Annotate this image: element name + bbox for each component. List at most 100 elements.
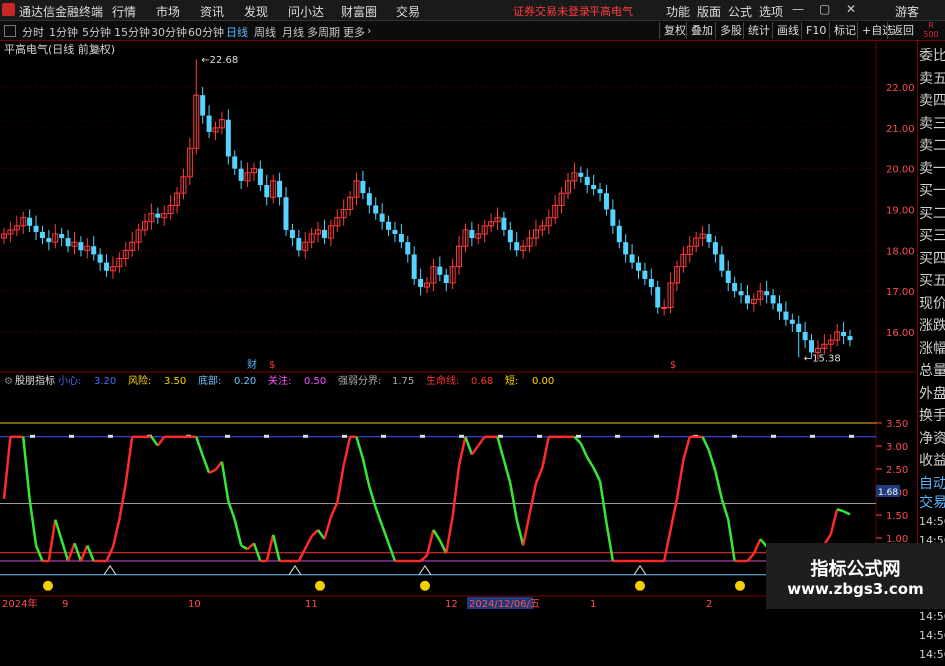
tool-mark[interactable]: 标记	[829, 22, 860, 39]
indicator-dash-mark	[771, 434, 776, 438]
menu-layout[interactable]: 版面	[697, 3, 721, 20]
candle-body-down	[373, 205, 379, 214]
period-30min[interactable]: 30分钟	[151, 24, 187, 40]
candle-body-down	[155, 213, 161, 218]
indicator-segment	[605, 522, 615, 562]
indicator-segment	[592, 467, 602, 482]
indicator-segment	[521, 514, 531, 546]
indicator-param-value: 1.75	[392, 376, 414, 387]
period-5min[interactable]: 5分钟	[82, 24, 111, 40]
indicator-segment	[714, 471, 724, 500]
quote-field-label: 收益	[919, 453, 945, 469]
broker-status[interactable]: 证券交易未登录	[513, 3, 590, 19]
indicator-y-ticks: 3.503.002.502.001.501.00	[886, 419, 908, 545]
period-1min[interactable]: 1分钟	[49, 24, 78, 40]
tool-draw[interactable]: 画线	[772, 22, 803, 39]
tool-stats[interactable]: 统计	[743, 22, 774, 39]
quote-field-label: 卖三	[919, 115, 945, 132]
quote-field-label: 涨跌	[919, 318, 945, 334]
tool-multi-stock[interactable]: 多股	[715, 22, 746, 39]
candle-body-down	[783, 311, 789, 320]
menu-trade[interactable]: 交易	[396, 3, 420, 20]
indicator-segment	[28, 498, 38, 546]
candle-body-down	[277, 180, 283, 198]
indicator-settings-icon[interactable]: ⚙	[4, 376, 13, 387]
indicator-dash-mark	[108, 434, 113, 438]
close-icon[interactable]: ✕	[846, 2, 856, 16]
period-daily[interactable]: 日线	[226, 24, 248, 40]
event-dividend-label-2[interactable]: $	[670, 360, 676, 371]
menu-options[interactable]: 选项	[759, 3, 783, 20]
indicator-segment	[317, 529, 326, 540]
period-intraday[interactable]: 分时	[22, 24, 44, 40]
indicator-param-label: 关注:	[268, 374, 291, 387]
indicator-segment	[598, 480, 608, 523]
menu-news[interactable]: 资讯	[200, 3, 224, 20]
candle-body-down	[33, 225, 39, 232]
indicator-dash-mark	[264, 434, 269, 438]
layout-checkbox[interactable]	[4, 25, 16, 37]
indicator-segment	[34, 544, 44, 562]
candle-body-down	[501, 217, 507, 230]
candle-body-down	[744, 295, 750, 304]
candle-body-down	[437, 266, 443, 275]
menu-discover[interactable]: 发现	[244, 3, 268, 20]
indicator-segment	[304, 535, 313, 550]
menu-ask[interactable]: 问小达	[288, 3, 324, 20]
indicator-param-value: 0.50	[304, 376, 326, 387]
indicator-header: ⚙ 股朋指标	[4, 374, 55, 387]
tool-f10[interactable]: F10	[801, 22, 830, 39]
menu-wealth-circle[interactable]: 财富圈	[341, 3, 377, 20]
tool-overlay[interactable]: 叠加	[686, 22, 717, 39]
settings-gear-icon[interactable]: ⚙	[92, 45, 101, 56]
menu-market[interactable]: 市场	[156, 3, 180, 20]
period-more[interactable]: 更多	[343, 24, 365, 40]
indicator-dash-mark	[225, 434, 230, 438]
indicator-dash-mark	[69, 434, 74, 438]
x-axis-label: 2024/12/06/五	[469, 599, 540, 609]
maximize-icon[interactable]: ▢	[819, 2, 830, 16]
indicator-segment	[86, 544, 95, 562]
indicator-param-value: 0.68	[471, 376, 493, 387]
indicator-segment	[746, 552, 755, 562]
quote-field-label: 卖四	[919, 93, 945, 109]
indicator-segment	[240, 544, 249, 551]
candle-body-down	[777, 303, 782, 312]
indicator-dash-mark	[381, 434, 386, 438]
kline-chart-area[interactable]: 平高电气(日线 前复权) ⚙ 22.0021.0020.0019.0018.00…	[0, 41, 916, 609]
indicator-segment	[586, 456, 595, 469]
app-logo-icon	[2, 3, 15, 16]
period-60min[interactable]: 60分钟	[188, 24, 224, 40]
period-15min[interactable]: 15分钟	[114, 24, 150, 40]
indicator-name[interactable]: 股朋指标	[15, 374, 55, 387]
indicator-dash-mark	[732, 434, 737, 438]
user-guest[interactable]: 游客	[895, 3, 919, 20]
menu-formula[interactable]: 公式	[728, 3, 752, 20]
chevron-right-icon[interactable]: ›	[367, 24, 371, 37]
tool-back[interactable]: 返回	[887, 22, 918, 39]
indicator-dash-mark	[420, 434, 425, 438]
indicator-param-label: 风险:	[128, 374, 151, 387]
period-multi[interactable]: 多周期	[307, 24, 340, 40]
menu-functions[interactable]: 功能	[666, 3, 690, 20]
quote-field-label: 净资	[919, 430, 945, 447]
indicator-segment	[829, 508, 839, 535]
indicator-dash-mark	[30, 434, 35, 438]
period-weekly[interactable]: 周线	[254, 24, 276, 40]
quote-field-label: 14:56	[919, 647, 945, 661]
indicator-segment	[579, 442, 589, 459]
indicator-dash-mark	[615, 434, 620, 438]
indicator-segment	[66, 542, 76, 562]
menu-quotes[interactable]: 行情	[112, 3, 136, 20]
minimize-icon[interactable]: —	[792, 2, 804, 16]
main-y-tick-label: 21.00	[886, 124, 915, 135]
right-quote-panel: 委比 卖五 卖四 卖三 卖二 卖一 买一 买二 买三 买四 买五 现价 涨跌 涨幅 总量 外盘 换手 净资 收益 自动…	[917, 41, 945, 661]
indicator-segment	[752, 538, 762, 555]
indicator-segment	[419, 554, 428, 562]
event-finance-label[interactable]: 财	[247, 358, 257, 371]
event-dividend-label[interactable]: $	[269, 360, 275, 371]
quote-field-label: 买二	[919, 205, 945, 222]
period-monthly[interactable]: 月线	[282, 24, 304, 40]
indicator-param-value: 0.20	[234, 376, 256, 387]
x-axis-label: 2024年	[2, 597, 37, 609]
